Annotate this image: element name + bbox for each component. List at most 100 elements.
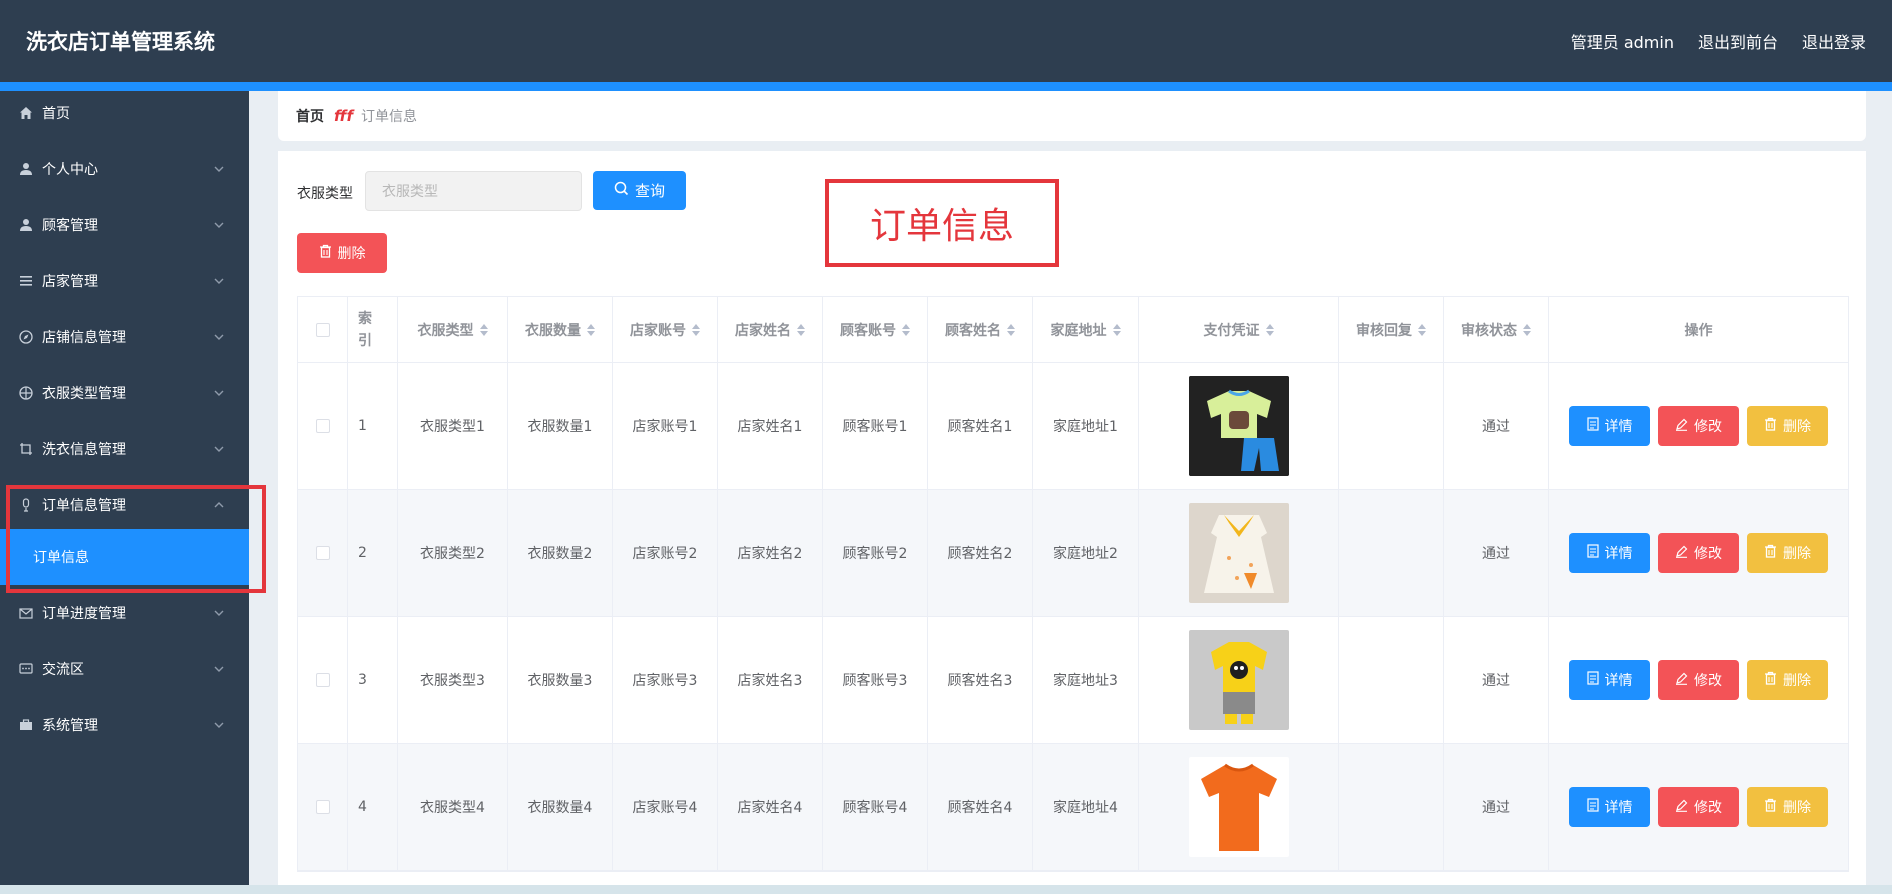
sidebar-item-clothes-type[interactable]: 衣服类型管理 [0, 371, 249, 415]
front-link[interactable]: 退出到前台 [1698, 29, 1778, 53]
trash-icon [1764, 798, 1777, 816]
delete-button[interactable]: 删除 [1747, 533, 1828, 573]
edit-button[interactable]: 修改 [1658, 406, 1739, 446]
sidebar-item-shop-info[interactable]: 店铺信息管理 [0, 315, 249, 359]
delete-button[interactable]: 删除 [1747, 787, 1828, 827]
sort-icon [479, 323, 488, 336]
cell-qty: 衣服数量1 [508, 363, 613, 489]
payment-thumbnail[interactable] [1188, 503, 1289, 603]
crosshair-icon [18, 385, 34, 401]
detail-button[interactable]: 详情 [1569, 787, 1650, 827]
header-payment[interactable]: 支付凭证 [1139, 297, 1339, 362]
batch-delete-button[interactable]: 删除 [297, 233, 387, 273]
detail-button[interactable]: 详情 [1569, 533, 1650, 573]
cell-shop-name: 店家姓名4 [718, 744, 823, 870]
header-reply[interactable]: 审核回复 [1339, 297, 1444, 362]
sidebar-item-order-progress[interactable]: 订单进度管理 [0, 591, 249, 635]
cell-customer-account: 顾客账号1 [823, 363, 928, 489]
chevron-down-icon [211, 717, 227, 733]
select-all-checkbox[interactable] [315, 322, 330, 337]
search-input[interactable] [365, 171, 582, 211]
payment-thumbnail[interactable] [1188, 630, 1289, 730]
chevron-up-icon [211, 497, 227, 513]
cell-status: 通过 [1444, 617, 1549, 743]
edit-button[interactable]: 修改 [1658, 660, 1739, 700]
breadcrumb: 首页 fff 订单信息 [278, 91, 1866, 141]
trash-icon [1764, 417, 1777, 435]
cell-type: 衣服类型3 [398, 617, 508, 743]
header-ops-label: 操作 [1684, 322, 1713, 339]
sidebar-item-system[interactable]: 系统管理 [0, 703, 249, 747]
edit-label: 修改 [1694, 546, 1722, 562]
sidebar-item-label: 衣服类型管理 [42, 386, 126, 402]
cell-shop-name: 店家姓名2 [718, 490, 823, 616]
sort-icon [587, 323, 595, 336]
row-checkbox-cell [298, 363, 348, 489]
row-checkbox[interactable] [315, 800, 330, 814]
logout-link[interactable]: 退出登录 [1802, 29, 1866, 53]
header-shop-name[interactable]: 店家姓名 [718, 297, 823, 362]
header-accent-bar [0, 82, 1892, 91]
sidebar-item-home[interactable]: 首页 [0, 91, 249, 135]
document-icon [1586, 544, 1599, 562]
header-customer-account[interactable]: 顾客账号 [823, 297, 928, 362]
microphone-icon [18, 497, 34, 513]
query-button-label: 查询 [634, 182, 665, 200]
sidebar-item-laundry-info[interactable]: 洗衣信息管理 [0, 427, 249, 471]
delete-button[interactable]: 删除 [1747, 660, 1828, 700]
sidebar: 首页 个人中心 顾客管理 店家管理 店铺信息管理 衣服类型管理 洗衣信息管理 订… [0, 91, 249, 894]
mail-icon [18, 605, 34, 621]
row-checkbox[interactable] [315, 546, 330, 560]
header-actions: 管理员 admin 退出到前台 退出登录 [1571, 29, 1866, 53]
page-title: 订单信息 [869, 206, 1014, 247]
cell-customer-name: 顾客姓名1 [928, 363, 1033, 489]
cell-ops: 详情 修改 删除 [1549, 744, 1848, 870]
sidebar-item-label: 个人中心 [42, 162, 98, 178]
sidebar-item-profile[interactable]: 个人中心 [0, 147, 249, 191]
edit-button[interactable]: 修改 [1658, 787, 1739, 827]
header-status-label: 审核状态 [1461, 322, 1517, 339]
edit-label: 修改 [1694, 673, 1722, 689]
header-type-label: 衣服类型 [417, 322, 474, 339]
cell-reply [1339, 363, 1444, 489]
header-shop-account[interactable]: 店家账号 [613, 297, 718, 362]
delete-label: 删除 [1783, 673, 1811, 689]
query-button[interactable]: 查询 [593, 171, 686, 210]
cell-type: 衣服类型4 [398, 744, 508, 870]
detail-button[interactable]: 详情 [1569, 660, 1650, 700]
payment-thumbnail[interactable] [1188, 376, 1289, 476]
header-qty[interactable]: 衣服数量 [508, 297, 613, 362]
orders-table: 索引 衣服类型 衣服数量 店家账号 店家姓名 顾客账号 顾客姓名 家庭地址 支付… [297, 296, 1849, 872]
sidebar-subitem-order-info[interactable]: 订单信息 [0, 529, 249, 585]
payment-thumbnail[interactable] [1188, 757, 1289, 857]
detail-label: 详情 [1604, 419, 1633, 435]
delete-button[interactable]: 删除 [1747, 406, 1828, 446]
chevron-down-icon [211, 661, 227, 677]
header-address[interactable]: 家庭地址 [1033, 297, 1139, 362]
row-checkbox[interactable] [315, 673, 330, 687]
detail-button[interactable]: 详情 [1569, 406, 1650, 446]
header-customer-name[interactable]: 顾客姓名 [928, 297, 1033, 362]
sort-icon [1007, 323, 1015, 336]
header-shop-name-label: 店家姓名 [735, 322, 791, 339]
row-checkbox[interactable] [315, 419, 330, 433]
header-address-label: 家庭地址 [1050, 322, 1107, 339]
chevron-down-icon [211, 329, 227, 345]
header-status[interactable]: 审核状态 [1444, 297, 1549, 362]
document-icon [1586, 798, 1599, 816]
sidebar-item-forum[interactable]: 交流区 [0, 647, 249, 691]
table-row: 1 衣服类型1 衣服数量1 店家账号1 店家姓名1 顾客账号1 顾客姓名1 家庭… [298, 363, 1848, 490]
header-type[interactable]: 衣服类型 [398, 297, 508, 362]
header-ops: 操作 [1549, 297, 1848, 362]
sort-icon [692, 323, 700, 336]
sidebar-item-order-management[interactable]: 订单信息管理 [0, 483, 249, 527]
sort-icon [797, 323, 805, 336]
cell-qty: 衣服数量3 [508, 617, 613, 743]
sidebar-item-shops[interactable]: 店家管理 [0, 259, 249, 303]
table-row: 3 衣服类型3 衣服数量3 店家账号3 店家姓名3 顾客账号3 顾客姓名3 家庭… [298, 617, 1848, 744]
edit-button[interactable]: 修改 [1658, 533, 1739, 573]
sidebar-item-label: 订单信息管理 [42, 498, 126, 514]
sidebar-item-customers[interactable]: 顾客管理 [0, 203, 249, 247]
sidebar-item-label: 店家管理 [42, 274, 98, 290]
breadcrumb-home[interactable]: 首页 [296, 106, 324, 126]
